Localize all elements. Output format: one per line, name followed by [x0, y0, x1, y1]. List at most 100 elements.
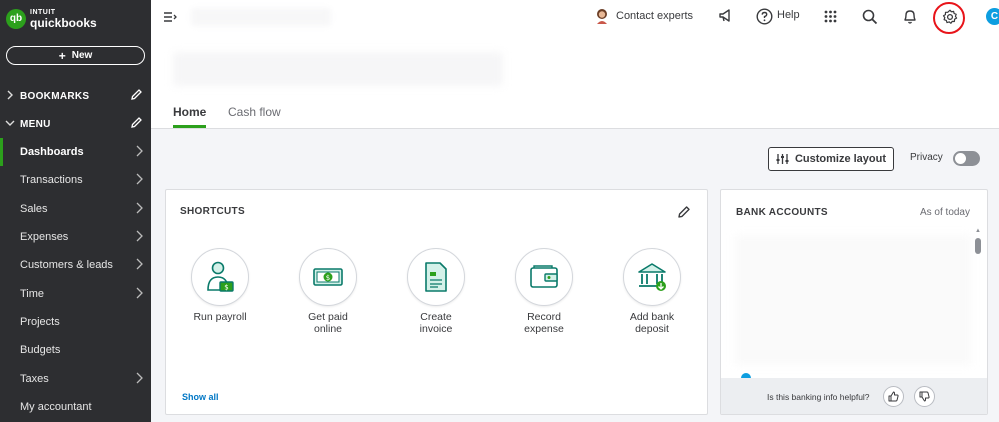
notifications-bell-icon[interactable] — [903, 8, 917, 30]
menu-section[interactable]: MENU — [0, 113, 151, 135]
invoice-document-icon — [407, 248, 465, 306]
edit-bookmarks-icon[interactable] — [130, 88, 143, 104]
money-bill-icon: $ — [299, 248, 357, 306]
banking-helpful-prompt: Is this banking info helpful? — [767, 392, 870, 402]
thumbs-up-button[interactable] — [883, 386, 904, 407]
sidebar-item-label: Customers & leads — [20, 259, 113, 271]
company-name-redacted — [191, 8, 331, 26]
new-button[interactable]: + New — [6, 46, 145, 65]
chevron-right-icon — [136, 230, 143, 245]
wallet-icon — [515, 248, 573, 306]
chevron-right-icon — [0, 90, 20, 103]
chevron-down-icon — [0, 118, 20, 130]
svg-text:$: $ — [326, 274, 330, 282]
dashboard-header-area: Home Cash flow — [151, 34, 999, 129]
sidebar-item-projects[interactable]: Projects — [0, 308, 151, 336]
sidebar-item-label: Sales — [20, 203, 48, 215]
edit-shortcuts-icon[interactable] — [677, 205, 691, 224]
shortcut-record-expense[interactable]: Record expense — [504, 248, 584, 335]
sidebar-item-label: My accountant — [20, 401, 92, 413]
megaphone-icon[interactable] — [718, 8, 732, 29]
shortcut-label-line1: Record — [527, 311, 561, 323]
apps-grid-icon[interactable] — [824, 10, 837, 28]
shortcut-label-line2: deposit — [635, 323, 669, 335]
contact-experts-label: Contact experts — [616, 10, 694, 22]
shortcut-label-line1: Add bank — [629, 311, 675, 323]
edit-menu-icon[interactable] — [130, 116, 143, 132]
sidebar-item-transactions[interactable]: Transactions — [0, 166, 151, 194]
bank-accounts-list-redacted — [735, 235, 971, 365]
menu-label: MENU — [20, 118, 51, 130]
sidebar-item-label: Dashboards — [20, 146, 84, 158]
user-avatar[interactable]: C — [986, 8, 999, 25]
privacy-label: Privacy — [910, 152, 943, 163]
thumbs-down-button[interactable] — [914, 386, 935, 407]
sidebar-item-taxes[interactable]: Taxes — [0, 365, 151, 393]
thumbs-up-icon — [888, 391, 899, 402]
shortcut-get-paid-online[interactable]: $ Get paid online — [288, 248, 368, 335]
sidebar-item-customers-leads[interactable]: Customers & leads — [0, 251, 151, 279]
banking-feedback-bar: Is this banking info helpful? — [721, 378, 987, 414]
tab-home[interactable]: Home — [173, 105, 207, 128]
shortcut-label-line1: Create — [420, 311, 452, 323]
chevron-right-icon — [136, 287, 143, 302]
thumbs-down-icon — [919, 391, 930, 402]
contact-experts-button[interactable]: Contact experts — [595, 8, 693, 24]
shortcuts-title: SHORTCUTS — [180, 206, 245, 217]
scroll-up-arrow-icon[interactable]: ▲ — [975, 228, 981, 234]
bank-as-of-date: As of today — [919, 207, 970, 218]
customize-layout-button[interactable]: Customize layout — [768, 147, 894, 171]
search-icon[interactable] — [862, 9, 878, 30]
sliders-icon — [776, 154, 789, 164]
tab-cash-flow[interactable]: Cash flow — [228, 105, 281, 125]
privacy-toggle[interactable] — [953, 151, 980, 166]
toggle-knob — [955, 153, 966, 164]
sidebar-item-expenses[interactable]: Expenses — [0, 223, 151, 251]
sidebar-item-time[interactable]: Time — [0, 280, 151, 308]
svg-text:$: $ — [224, 284, 228, 292]
bank-accounts-title: BANK ACCOUNTS — [736, 207, 828, 218]
bank-building-icon — [623, 248, 681, 306]
bookmarks-label: BOOKMARKS — [20, 90, 90, 102]
sidebar-item-dashboards[interactable]: Dashboards — [0, 138, 151, 166]
shortcut-label-line2: expense — [524, 323, 564, 335]
qb-logo-icon: qb — [6, 8, 26, 29]
sidebar-item-label: Time — [20, 288, 45, 300]
sidebar-item-label: Taxes — [20, 373, 49, 385]
chevron-right-icon — [136, 372, 143, 387]
shortcut-label-line1: Get paid — [308, 311, 348, 323]
show-all-link[interactable]: Show all — [182, 392, 219, 402]
collapse-menu-icon[interactable] — [163, 10, 177, 28]
sidebar-item-sales[interactable]: Sales — [0, 195, 151, 223]
shortcut-run-payroll[interactable]: $ Run payroll — [180, 248, 260, 323]
customize-layout-label: Customize layout — [794, 153, 887, 165]
sidebar-item-label: Expenses — [20, 231, 69, 243]
sidebar-item-my-accountant[interactable]: My accountant — [0, 393, 151, 421]
shortcut-label: Run payroll — [193, 311, 247, 323]
payroll-person-icon: $ — [191, 248, 249, 306]
bank-accounts-card: BANK ACCOUNTS As of today ▲ Is this bank… — [720, 189, 988, 415]
chevron-right-icon — [136, 145, 143, 160]
gear-highlight-circle — [933, 2, 965, 34]
sidebar-item-label: Projects — [20, 316, 60, 328]
company-greeting-redacted — [173, 52, 503, 86]
shortcut-create-invoice[interactable]: Create invoice — [396, 248, 476, 335]
help-label[interactable]: Help — [777, 9, 800, 21]
quickbooks-logo[interactable]: qb INTUIT quickbooks — [6, 8, 97, 29]
logo-quickbooks-text: quickbooks — [30, 16, 97, 30]
chevron-right-icon — [136, 258, 143, 273]
sidebar-item-label: Transactions — [20, 174, 83, 186]
sidebar-item-budgets[interactable]: Budgets — [0, 336, 151, 364]
shortcut-label-line2: online — [313, 323, 343, 335]
bookmarks-section[interactable]: BOOKMARKS — [0, 85, 151, 107]
shortcut-label-line2: invoice — [419, 323, 453, 335]
sidebar-item-label: Budgets — [20, 344, 61, 356]
new-button-label: New — [71, 50, 93, 61]
shortcut-add-bank-deposit[interactable]: Add bank deposit — [612, 248, 692, 335]
help-icon[interactable] — [756, 8, 773, 30]
chevron-right-icon — [136, 202, 143, 217]
expert-avatar-icon — [595, 8, 609, 24]
scrollbar-thumb[interactable] — [975, 238, 981, 254]
shortcuts-card: SHORTCUTS $ Run payroll $ Get paid onlin… — [165, 189, 708, 415]
chevron-right-icon — [136, 173, 143, 188]
